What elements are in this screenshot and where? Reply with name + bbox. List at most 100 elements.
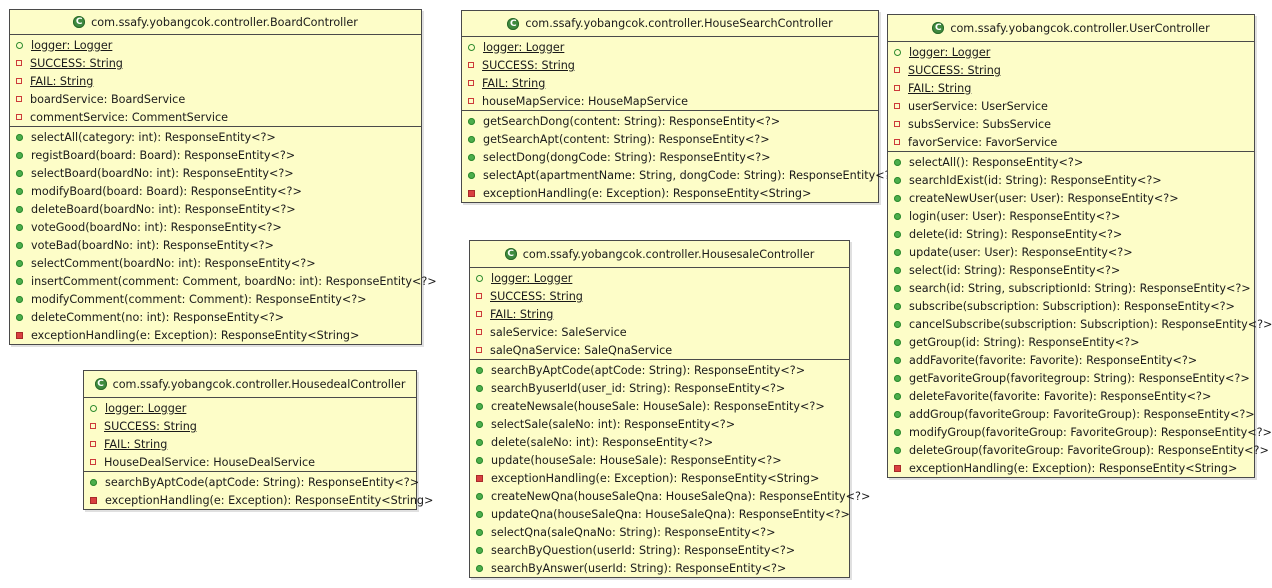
method-text: search(id: String, subscriptionId: Strin… (909, 281, 1251, 295)
public-method-icon (894, 176, 901, 184)
private-visibility-icon (476, 311, 482, 317)
class-icon: C (932, 22, 945, 34)
attribute-row: logger: Logger (470, 269, 849, 287)
private-visibility-icon (16, 96, 22, 102)
public-method-icon (894, 230, 901, 238)
attribute-row: saleQnaService: SaleQnaService (470, 341, 849, 359)
attribute-text: saleQnaService: SaleQnaService (490, 343, 673, 357)
method-text: registBoard(board: Board): ResponseEntit… (31, 148, 296, 162)
private-method-icon (468, 189, 475, 197)
private-visibility-icon (468, 98, 474, 104)
attribute-row: SUCCESS: String (470, 287, 849, 305)
method-text: selectApt(apartmentName: String, dongCod… (483, 168, 900, 182)
public-method-icon (90, 478, 97, 486)
class-name: com.ssafy.yobangcok.controller.Housesale… (522, 247, 815, 261)
method-text: searchByAptCode(aptCode: String): Respon… (491, 363, 806, 377)
method-text: exceptionHandling(e: Exception): Respons… (105, 493, 434, 507)
method-row: addFavorite(favorite: Favorite): Respons… (888, 351, 1254, 369)
method-text: selectComment(boardNo: int): ResponseEnt… (31, 256, 316, 270)
method-text: searchByQuestion(userId: String): Respon… (491, 543, 796, 557)
method-text: insertComment(comment: Comment, boardNo:… (31, 274, 437, 288)
method-row: selectBoard(boardNo: int): ResponseEntit… (10, 164, 421, 182)
method-text: modifyComment(comment: Comment): Respons… (31, 292, 367, 306)
method-text: getGroup(id: String): ResponseEntity<?> (909, 335, 1140, 349)
private-visibility-icon (468, 62, 474, 68)
attribute-row: SUCCESS: String (84, 417, 416, 435)
attribute-row: houseMapService: HouseMapService (462, 92, 878, 110)
class-icon: C (507, 17, 520, 30)
method-text: exceptionHandling(e: Exception): Respons… (31, 328, 360, 342)
method-text: selectDong(dongCode: String): ResponseEn… (483, 150, 771, 164)
public-method-icon (468, 117, 475, 125)
method-text: login(user: User): ResponseEntity<?> (909, 209, 1121, 223)
method-text: selectBoard(boardNo: int): ResponseEntit… (31, 166, 294, 180)
public-method-icon (476, 384, 483, 392)
method-row: modifyComment(comment: Comment): Respons… (10, 290, 421, 308)
method-list: searchByAptCode(aptCode: String): Respon… (470, 360, 870, 577)
attribute-list: logger: Logger SUCCESS: String FAIL: Strin… (888, 42, 1254, 152)
package-visibility-icon (476, 274, 483, 282)
attribute-text: FAIL: String (490, 307, 554, 321)
method-row: selectApt(apartmentName: String, dongCod… (462, 166, 900, 184)
method-text: delete(saleNo: int): ResponseEntity<?> (491, 435, 714, 449)
method-row: exceptionHandling(e: Exception): Respons… (10, 326, 421, 344)
class-name: com.ssafy.yobangcok.controller.HouseSear… (525, 17, 833, 30)
public-method-icon (476, 420, 483, 428)
attribute-text: userService: UserService (908, 99, 1048, 113)
attribute-text: logger: Logger (491, 271, 573, 285)
public-method-icon (476, 366, 483, 374)
method-row: searchByAptCode(aptCode: String): Respon… (470, 361, 849, 379)
method-row: select(id: String): ResponseEntity<?> (888, 261, 1254, 279)
attribute-text: logger: Logger (31, 38, 113, 52)
public-method-icon (16, 241, 23, 249)
private-visibility-icon (476, 329, 482, 335)
public-method-icon (16, 277, 23, 285)
attribute-list: logger: Logger SUCCESS: String FAIL: Strin… (84, 398, 416, 472)
method-list: getSearchDong(content: String): Response… (462, 111, 900, 202)
attribute-text: favorService: FavorService (908, 135, 1058, 149)
attribute-row: logger: Logger (462, 38, 878, 56)
method-row: createNewUser(user: User): ResponseEntit… (888, 189, 1254, 207)
method-row: deleteComment(no: int): ResponseEntity<?… (10, 308, 421, 326)
method-row: deleteBoard(boardNo: int): ResponseEntit… (10, 200, 421, 218)
attribute-row: logger: Logger (888, 43, 1254, 61)
method-text: deleteComment(no: int): ResponseEntity<?… (31, 310, 285, 324)
private-visibility-icon (90, 459, 96, 465)
method-row: searchByAnswer(userId: String): Response… (470, 559, 849, 577)
method-row: delete(id: String): ResponseEntity<?> (888, 225, 1254, 243)
method-row: insertComment(comment: Comment, boardNo:… (10, 272, 437, 290)
public-method-icon (894, 266, 901, 274)
public-method-icon (16, 151, 23, 159)
public-method-icon (468, 153, 475, 161)
method-text: getSearchDong(content: String): Response… (483, 114, 781, 128)
attribute-text: FAIL: String (908, 81, 972, 95)
method-text: searchByAnswer(userId: String): Response… (491, 561, 787, 575)
method-text: modifyBoard(board: Board): ResponseEntit… (31, 184, 302, 198)
private-method-icon (90, 496, 97, 504)
public-method-icon (476, 546, 483, 554)
public-method-icon (476, 438, 483, 446)
method-row: voteBad(boardNo: int): ResponseEntity<?> (10, 236, 421, 254)
attribute-row: favorService: FavorService (888, 133, 1254, 151)
method-text: getFavoriteGroup(favoritegroup: String):… (909, 371, 1250, 385)
method-row: update(houseSale: HouseSale): ResponseEn… (470, 451, 849, 469)
class-housedeal-controller: C com.ssafy.yobangcok.controller.Housede… (83, 370, 433, 510)
package-visibility-icon (16, 41, 23, 49)
method-list: selectAll(category: int): ResponseEntity… (10, 127, 437, 344)
class-icon: C (73, 16, 86, 28)
private-visibility-icon (90, 423, 96, 429)
method-text: selectQna(saleQnaNo: String): ResponseEn… (491, 525, 776, 539)
public-method-icon (476, 510, 483, 518)
attribute-text: boardService: BoardService (30, 92, 186, 106)
attribute-row: FAIL: String (888, 79, 1254, 97)
public-method-icon (16, 133, 23, 141)
private-method-icon (16, 331, 23, 339)
method-row: getSearchApt(content: String): ResponseE… (462, 130, 878, 148)
private-visibility-icon (894, 85, 900, 91)
attribute-row: FAIL: String (10, 72, 421, 90)
method-row: exceptionHandling(e: Exception): Respons… (462, 184, 878, 202)
method-list: selectAll(): ResponseEntity<?> searchIdEx… (888, 152, 1272, 477)
method-text: deleteGroup(favoriteGroup: FavoriteGroup… (909, 443, 1269, 457)
attribute-row: FAIL: String (470, 305, 849, 323)
private-visibility-icon (16, 114, 22, 120)
